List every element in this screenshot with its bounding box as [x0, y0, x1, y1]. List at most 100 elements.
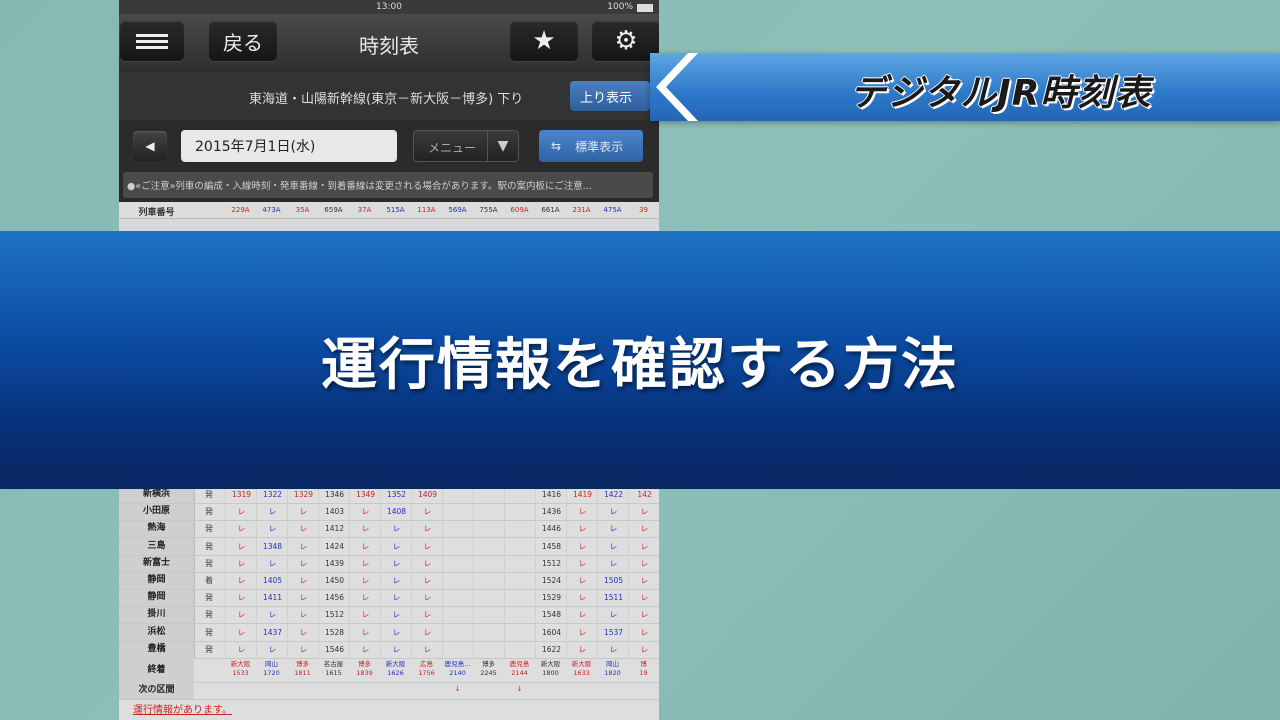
time-cell[interactable]: レ: [349, 503, 381, 521]
time-cell[interactable]: レ: [566, 520, 598, 538]
time-cell[interactable]: レ: [380, 520, 412, 538]
menu-dropdown[interactable]: メニュー ▼: [413, 130, 519, 162]
time-cell[interactable]: レ: [566, 572, 598, 589]
time-cell[interactable]: レ: [597, 554, 629, 572]
time-cell[interactable]: 1529: [535, 589, 567, 607]
time-cell[interactable]: レ: [225, 520, 257, 538]
destination-cell[interactable]: 新大阪 1533: [225, 660, 256, 678]
train-number-cell[interactable]: 231A: [566, 206, 597, 214]
train-number-cell[interactable]: 113A: [411, 206, 442, 214]
time-cell[interactable]: 1528: [318, 623, 350, 641]
time-cell[interactable]: 1456: [318, 589, 350, 607]
destination-cell[interactable]: 新大阪 1626: [380, 660, 411, 678]
time-cell[interactable]: [442, 503, 474, 521]
time-cell[interactable]: レ: [380, 640, 412, 658]
time-cell[interactable]: レ: [380, 606, 412, 624]
time-cell[interactable]: [442, 606, 474, 624]
time-cell[interactable]: 1512: [318, 606, 350, 624]
train-number-cell[interactable]: 569A: [442, 206, 473, 214]
time-cell[interactable]: レ: [628, 640, 659, 658]
destination-cell[interactable]: 鹿児島... 2140: [442, 660, 473, 678]
time-cell[interactable]: レ: [225, 503, 257, 521]
destination-cell[interactable]: 岡山 1720: [256, 660, 287, 678]
time-cell[interactable]: レ: [256, 606, 288, 624]
time-cell[interactable]: 1537: [597, 623, 629, 641]
time-cell[interactable]: レ: [628, 606, 659, 624]
time-cell[interactable]: [504, 554, 536, 572]
time-cell[interactable]: レ: [380, 572, 412, 589]
time-cell[interactable]: レ: [380, 623, 412, 641]
time-cell[interactable]: レ: [628, 589, 659, 607]
time-cell[interactable]: [442, 537, 474, 555]
prev-date-button[interactable]: ◀: [133, 131, 167, 161]
time-cell[interactable]: 1411: [256, 589, 288, 607]
time-cell[interactable]: レ: [349, 606, 381, 624]
time-cell[interactable]: [473, 572, 505, 589]
time-cell[interactable]: [473, 503, 505, 521]
time-cell[interactable]: [473, 537, 505, 555]
time-cell[interactable]: レ: [287, 589, 319, 607]
time-cell[interactable]: レ: [287, 640, 319, 658]
time-cell[interactable]: レ: [287, 554, 319, 572]
time-cell[interactable]: レ: [628, 554, 659, 572]
train-number-cell[interactable]: 39: [628, 206, 659, 214]
time-cell[interactable]: レ: [597, 503, 629, 521]
time-cell[interactable]: レ: [349, 640, 381, 658]
destination-cell[interactable]: 鹿児島 2144: [504, 660, 535, 678]
time-cell[interactable]: レ: [287, 520, 319, 538]
notice-text[interactable]: ●«ご注意»列車の編成・入線時刻・発車番線・到着番線は変更される場合があります。…: [123, 172, 653, 198]
time-cell[interactable]: [473, 623, 505, 641]
time-cell[interactable]: レ: [566, 640, 598, 658]
destination-cell[interactable]: 名古屋 1615: [318, 660, 349, 678]
time-cell[interactable]: 1436: [535, 503, 567, 521]
time-cell[interactable]: レ: [628, 520, 659, 538]
time-cell[interactable]: [442, 589, 474, 607]
time-cell[interactable]: [442, 572, 474, 589]
time-cell[interactable]: レ: [597, 606, 629, 624]
time-cell[interactable]: レ: [287, 503, 319, 521]
time-cell[interactable]: レ: [349, 623, 381, 641]
time-cell[interactable]: レ: [349, 520, 381, 538]
time-cell[interactable]: レ: [287, 606, 319, 624]
train-number-cell[interactable]: 755A: [473, 206, 504, 214]
time-cell[interactable]: 1524: [535, 572, 567, 589]
time-cell[interactable]: レ: [287, 623, 319, 641]
standard-view-button[interactable]: ⇆ 標準表示: [539, 130, 643, 162]
time-cell[interactable]: 1450: [318, 572, 350, 589]
train-number-cell[interactable]: 37A: [349, 206, 380, 214]
time-cell[interactable]: [473, 520, 505, 538]
time-cell[interactable]: 1548: [535, 606, 567, 624]
time-cell[interactable]: レ: [287, 572, 319, 589]
time-cell[interactable]: 1408: [380, 503, 412, 521]
hamburger-menu-button[interactable]: [120, 21, 184, 61]
train-number-cell[interactable]: 35A: [287, 206, 318, 214]
time-cell[interactable]: レ: [411, 640, 443, 658]
time-cell[interactable]: レ: [349, 554, 381, 572]
time-cell[interactable]: レ: [287, 537, 319, 555]
train-number-cell[interactable]: 515A: [380, 206, 411, 214]
time-cell[interactable]: レ: [628, 503, 659, 521]
time-cell[interactable]: [504, 572, 536, 589]
time-cell[interactable]: レ: [411, 503, 443, 521]
time-cell[interactable]: 1546: [318, 640, 350, 658]
time-cell[interactable]: [504, 589, 536, 607]
time-cell[interactable]: レ: [256, 640, 288, 658]
time-cell[interactable]: [504, 623, 536, 641]
time-cell[interactable]: レ: [256, 554, 288, 572]
time-cell[interactable]: 1622: [535, 640, 567, 658]
time-cell[interactable]: [504, 640, 536, 658]
time-cell[interactable]: レ: [411, 537, 443, 555]
destination-cell[interactable]: 新大阪 1800: [535, 660, 566, 678]
time-cell[interactable]: レ: [380, 537, 412, 555]
time-cell[interactable]: レ: [225, 572, 257, 589]
time-cell[interactable]: [504, 503, 536, 521]
time-cell[interactable]: 1405: [256, 572, 288, 589]
destination-cell[interactable]: 博 19: [628, 660, 659, 678]
time-cell[interactable]: レ: [411, 606, 443, 624]
date-field[interactable]: 2015年7月1日(水): [181, 130, 397, 162]
time-cell[interactable]: レ: [225, 606, 257, 624]
time-cell[interactable]: [442, 554, 474, 572]
destination-cell[interactable]: 広島 1756: [411, 660, 442, 678]
back-button[interactable]: 戻る: [209, 21, 277, 61]
time-cell[interactable]: レ: [225, 554, 257, 572]
